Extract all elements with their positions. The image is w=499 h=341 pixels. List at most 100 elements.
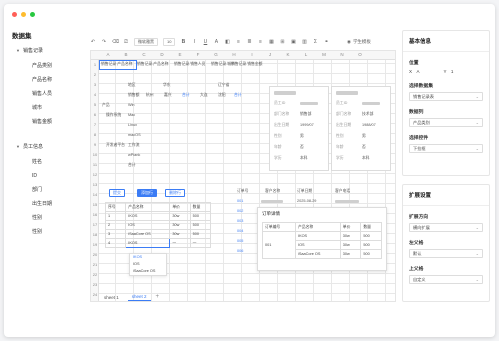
- align-right-icon[interactable]: ≡: [257, 39, 263, 45]
- column-letter[interactable]: K: [279, 52, 297, 57]
- tree-group-sales[interactable]: ▼ 销售记录: [16, 47, 84, 54]
- control-select[interactable]: 下拉框 ⌄: [409, 144, 483, 153]
- row-number[interactable]: 23: [91, 282, 99, 287]
- template-cell[interactable]: 销售记录 产品名称: [101, 62, 132, 67]
- column-letter[interactable]: L: [297, 52, 315, 57]
- direction-select[interactable]: 横向扩展 ⌄: [409, 223, 483, 232]
- underline-icon[interactable]: U: [202, 39, 208, 45]
- column-letter[interactable]: D: [153, 52, 171, 57]
- table-cell[interactable]: 一: [169, 238, 191, 248]
- border-icon[interactable]: ▦: [268, 39, 274, 45]
- column-letter[interactable]: I: [243, 52, 261, 57]
- tree-item[interactable]: ID: [32, 169, 84, 183]
- column-letter[interactable]: G: [207, 52, 225, 57]
- row-number[interactable]: 11: [91, 162, 99, 167]
- tab-sheet-1[interactable]: sheet 1: [100, 294, 123, 301]
- column-letter[interactable]: E: [171, 52, 189, 57]
- add-sheet-icon[interactable]: +: [156, 294, 160, 300]
- submit-button[interactable]: 提交: [109, 189, 125, 197]
- table-cell[interactable]: IKOS: [125, 211, 171, 221]
- row-number[interactable]: 3: [91, 82, 99, 87]
- fill-color-icon[interactable]: ◧: [224, 39, 230, 45]
- align-center-icon[interactable]: ≣: [246, 39, 252, 45]
- bold-icon[interactable]: B: [180, 39, 186, 45]
- tree-item[interactable]: 销售金额: [32, 115, 84, 129]
- row-number[interactable]: 10: [91, 152, 99, 157]
- dropdown-option[interactable]: IKOS: [130, 254, 166, 261]
- table-cell[interactable]: 500: [189, 211, 212, 221]
- tree-item[interactable]: 产品名称: [32, 73, 84, 87]
- tab-sheet-2[interactable]: sheet 2: [127, 293, 151, 301]
- redo-icon[interactable]: ↷: [101, 39, 107, 45]
- table-cell[interactable]: 30w: [169, 211, 191, 221]
- tree-item[interactable]: 产品类别: [32, 59, 84, 73]
- order-id[interactable]: 006: [237, 249, 243, 253]
- column-letter[interactable]: H: [225, 52, 243, 57]
- column-letter[interactable]: B: [117, 52, 135, 57]
- italic-icon[interactable]: I: [191, 39, 197, 45]
- row-number[interactable]: 19: [91, 242, 99, 247]
- row-number[interactable]: 18: [91, 232, 99, 237]
- row-number[interactable]: 2: [91, 72, 99, 77]
- column-letter[interactable]: F: [189, 52, 207, 57]
- align-left-icon[interactable]: ≡: [235, 39, 241, 45]
- column-letter[interactable]: J: [261, 52, 279, 57]
- table-cell[interactable]: 一: [189, 238, 212, 248]
- delete-row-button[interactable]: 删除行: [165, 189, 185, 197]
- row-number[interactable]: 9: [91, 142, 99, 147]
- column-letter[interactable]: O: [351, 52, 369, 57]
- font-color-icon[interactable]: A: [213, 39, 219, 45]
- tree-item[interactable]: 性别: [32, 211, 84, 225]
- row-number[interactable]: 7: [91, 122, 99, 127]
- row-number[interactable]: 12: [91, 172, 99, 177]
- size-select[interactable]: 10: [163, 38, 176, 46]
- table-cell-dropdown[interactable]: IKOS: [125, 238, 171, 248]
- order-id[interactable]: 005: [237, 239, 243, 243]
- row-number[interactable]: 6: [91, 112, 99, 117]
- table-cell[interactable]: 30w: [169, 220, 191, 230]
- left-parent-select[interactable]: 默认 ⌄: [409, 249, 483, 258]
- add-row-button[interactable]: 添加行: [137, 189, 157, 197]
- clear-icon[interactable]: ⎚: [123, 39, 129, 45]
- column-letter[interactable]: M: [315, 52, 333, 57]
- row-number[interactable]: 1: [91, 62, 99, 67]
- column-letter[interactable]: C: [135, 52, 153, 57]
- table-cell[interactable]: IOS: [125, 220, 171, 230]
- tree-item[interactable]: 性别: [32, 225, 84, 239]
- spreadsheet[interactable]: ABCDEFGHIJKLMNO 1 2 3 4 5 6 7 8 9 10 11 12 13 14 15 16 1…: [90, 50, 396, 302]
- order-id[interactable]: 001: [237, 199, 243, 203]
- undo-icon[interactable]: ↶: [90, 39, 96, 45]
- row-number[interactable]: 20: [91, 252, 99, 257]
- tree-item[interactable]: 销售人员: [32, 87, 84, 101]
- table-cell[interactable]: 30w: [169, 229, 191, 239]
- row-number[interactable]: 22: [91, 272, 99, 277]
- function-icon[interactable]: Σ: [312, 39, 318, 45]
- order-id[interactable]: 004: [237, 229, 243, 233]
- link-icon[interactable]: ⚭: [323, 39, 329, 45]
- row-number[interactable]: 15: [91, 202, 99, 207]
- close-dot[interactable]: [12, 12, 17, 17]
- row-number[interactable]: 13: [91, 182, 99, 187]
- merge-icon[interactable]: ⊞: [279, 39, 285, 45]
- tree-item[interactable]: 部门: [32, 183, 84, 197]
- tree-item[interactable]: 城市: [32, 101, 84, 115]
- row-number[interactable]: 8: [91, 132, 99, 137]
- tree-group-employee[interactable]: ▼ 员工信息: [16, 143, 84, 150]
- row-number[interactable]: 4: [91, 92, 99, 97]
- template-cell[interactable]: 销售记录.销售人员: [174, 62, 205, 67]
- dropdown-option[interactable]: iSaaCore OS: [130, 268, 166, 275]
- template-cell[interactable]: 销售记录.销售金额: [231, 62, 262, 67]
- table-cell[interactable]: iSaaCore OS: [125, 229, 171, 239]
- table-cell[interactable]: 500: [189, 229, 212, 239]
- table-row[interactable]: 4 IKOS 一 一: [104, 238, 212, 248]
- column-letter[interactable]: N: [333, 52, 351, 57]
- row-number[interactable]: 5: [91, 102, 99, 107]
- order-id[interactable]: 003: [237, 219, 243, 223]
- tree-item[interactable]: 姓名: [32, 155, 84, 169]
- image-icon[interactable]: ▣: [290, 39, 296, 45]
- table-row[interactable]: 3 iSaaCore OS 30w 500: [104, 229, 212, 239]
- table-cell[interactable]: 500: [189, 220, 212, 230]
- chart-icon[interactable]: ▥: [301, 39, 307, 45]
- row-number[interactable]: 17: [91, 222, 99, 227]
- row-number[interactable]: 21: [91, 262, 99, 267]
